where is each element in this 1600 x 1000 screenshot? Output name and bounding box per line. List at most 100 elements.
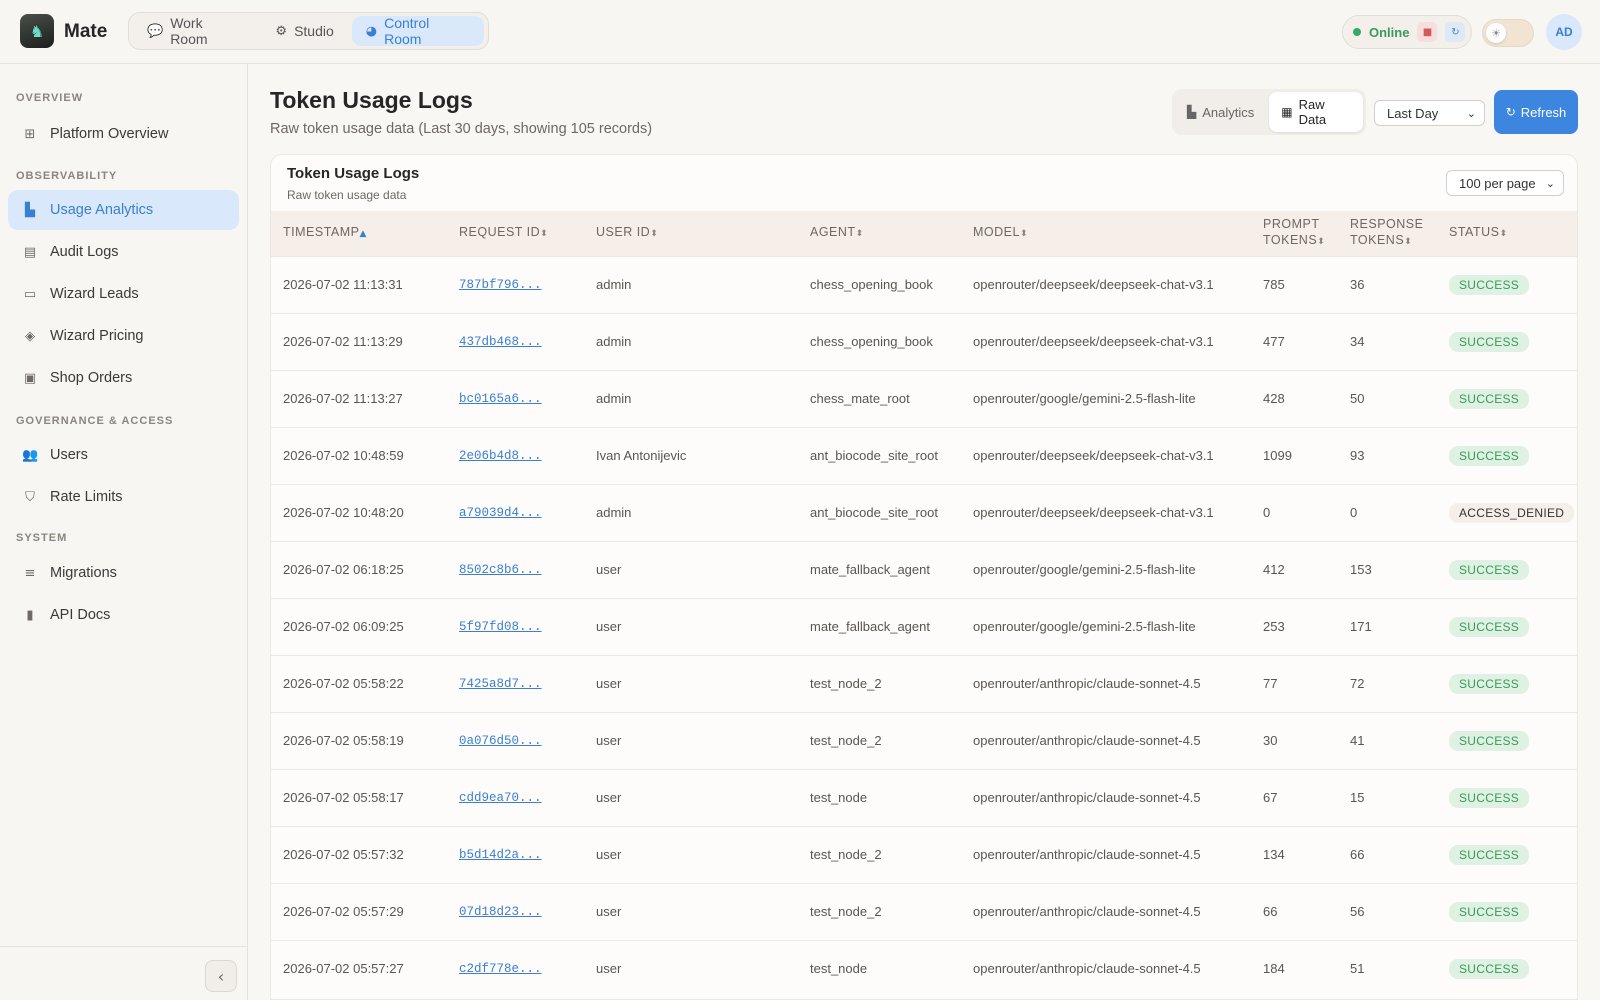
section-system: SYSTEM: [16, 532, 68, 544]
cell-status: SUCCESS: [1437, 598, 1577, 655]
sort-icon[interactable]: ⬍: [1499, 229, 1507, 239]
cell-response-tokens: 72: [1350, 676, 1365, 691]
server-status: Online ■ ↻: [1342, 15, 1472, 49]
column-header-status[interactable]: STATUS⬍: [1437, 211, 1577, 256]
cell-request-id[interactable]: b5d14d2a...: [447, 826, 584, 883]
sort-icon[interactable]: ⬍: [1317, 237, 1325, 247]
sort-icon[interactable]: ⬍: [1020, 229, 1028, 239]
cell-timestamp: 2026-07-02 11:13:29: [283, 334, 403, 349]
cell-prompt-tokens: 253: [1263, 619, 1285, 634]
refresh-button[interactable]: ↻ Refresh: [1494, 90, 1578, 134]
time-range-select[interactable]: Last Day ⌄: [1374, 100, 1485, 126]
tab-work-room[interactable]: 💬 Work Room: [133, 15, 257, 47]
sidebar-item-shop-orders[interactable]: ▣ Shop Orders: [8, 358, 239, 398]
cell-request-id[interactable]: 0a076d50...: [447, 712, 584, 769]
cell-status: ACCESS_DENIED: [1437, 484, 1577, 541]
column-header-prompt[interactable]: PROMPT TOKENS⬍: [1251, 211, 1338, 256]
cell-request-id[interactable]: 07d18d23...: [447, 883, 584, 940]
online-dot-icon: [1353, 28, 1361, 36]
cell-model: openrouter/google/gemini-2.5-flash-lite: [973, 619, 1196, 634]
avatar[interactable]: AD: [1546, 14, 1582, 50]
cell-response-tokens: 41: [1350, 733, 1365, 748]
sort-icon[interactable]: ⬍: [1404, 237, 1412, 247]
sidebar-item-label: Wizard Leads: [50, 286, 139, 302]
analytics-view-button[interactable]: ▙ Analytics: [1175, 92, 1266, 132]
cell-request-id[interactable]: cdd9ea70...: [447, 769, 584, 826]
column-header-label: MODEL: [973, 225, 1020, 240]
column-header-agent[interactable]: AGENT⬍: [798, 211, 961, 256]
cell-request-id[interactable]: 787bf796...: [447, 256, 584, 313]
stop-icon[interactable]: ■: [1417, 22, 1438, 42]
cell-user-id: user: [596, 847, 622, 862]
cell-agent: ant_biocode_site_root: [810, 505, 938, 520]
cell-request-id[interactable]: 2e06b4d8...: [447, 427, 584, 484]
gauge-icon: ◕: [365, 23, 378, 39]
cell-agent: test_node_2: [810, 904, 882, 919]
grid-icon: ⊞: [24, 126, 36, 142]
cell-model: openrouter/anthropic/claude-sonnet-4.5: [973, 961, 1201, 977]
tab-studio[interactable]: ⚙ Studio: [261, 16, 347, 46]
column-header-label: PROMPT: [1263, 217, 1320, 232]
cell-user-id: user: [596, 676, 622, 691]
cell-request-id[interactable]: 5f97fd08...: [447, 598, 584, 655]
sidebar-item-wizard-leads[interactable]: ▭ Wizard Leads: [8, 274, 239, 314]
cell-request-id[interactable]: c2df778e...: [447, 940, 584, 997]
cell-request-id[interactable]: a79039d4...: [447, 484, 584, 541]
column-header-request-id[interactable]: REQUEST ID⬍: [447, 211, 584, 256]
sort-ascending-icon[interactable]: ▲: [360, 229, 367, 239]
cell-user-id: admin: [596, 277, 632, 292]
sidebar-item-rate-limits[interactable]: ⛉ Rate Limits: [8, 477, 239, 517]
sidebar-item-api-docs[interactable]: ▮ API Docs: [8, 595, 239, 635]
sort-icon[interactable]: ⬍: [650, 229, 658, 239]
section-governance: GOVERNANCE & ACCESS: [16, 415, 174, 427]
cell-request-id[interactable]: bc0165a6...: [447, 370, 584, 427]
sidebar-item-usage-analytics[interactable]: ▙ Usage Analytics: [8, 190, 239, 230]
column-header-label: TIMESTAMP: [283, 225, 360, 240]
page-subtitle: Raw token usage data (Last 30 days, show…: [270, 121, 653, 137]
theme-toggle[interactable]: ☀: [1482, 19, 1534, 47]
cell-request-id[interactable]: 7425a8d7...: [447, 655, 584, 712]
app-logo[interactable]: ♞: [20, 14, 54, 48]
sidebar-item-wizard-pricing[interactable]: ◈ Wizard Pricing: [8, 316, 239, 356]
per-page-select[interactable]: 100 per page ⌄: [1446, 170, 1564, 196]
cell-prompt-tokens: 412: [1263, 562, 1285, 577]
column-header-user-id[interactable]: USER ID⬍: [584, 211, 798, 256]
cell-model: openrouter/deepseek/deepseek-chat-v3.1: [973, 505, 1214, 520]
cell-request-id[interactable]: 437db468...: [447, 313, 584, 370]
column-header-response[interactable]: RESPONSE TOKENS⬍: [1338, 211, 1437, 256]
cell-model: openrouter/anthropic/claude-sonnet-4.5: [973, 733, 1201, 748]
sort-icon[interactable]: ⬍: [540, 229, 548, 239]
column-header-timestamp[interactable]: TIMESTAMP▲: [271, 211, 447, 256]
table-row: 2026-07-02 06:09:25 5f97fd08... user mate_f…: [271, 598, 1577, 655]
status-text: Online: [1369, 24, 1410, 40]
table-body: 2026-07-02 11:13:31 787bf796... admin chess…: [271, 256, 1577, 997]
tab-control-room[interactable]: ◕ Control Room: [351, 15, 484, 47]
column-header-model[interactable]: MODEL⬍: [961, 211, 1251, 256]
column-header-label: REQUEST ID: [459, 225, 541, 240]
status-badge: SUCCESS: [1449, 274, 1530, 295]
section-observability: OBSERVABILITY: [16, 170, 118, 182]
raw-data-view-button[interactable]: ▦ Raw Data: [1269, 92, 1363, 132]
sidebar: OVERVIEW ⊞ Platform Overview OBSERVABILI…: [0, 64, 248, 1000]
sidebar-item-users[interactable]: 👥 Users: [8, 435, 239, 475]
cell-timestamp: 2026-07-02 06:18:25: [283, 562, 404, 577]
table-row: 2026-07-02 11:13:31 787bf796... admin chess…: [271, 256, 1577, 313]
sidebar-item-audit-logs[interactable]: ▤ Audit Logs: [8, 232, 239, 272]
chart-icon: ▙: [25, 202, 35, 218]
cell-agent: test_node_2: [810, 676, 882, 691]
restart-icon[interactable]: ↻: [1445, 22, 1466, 42]
table-row: 2026-07-02 11:13:29 437db468... admin chess…: [271, 313, 1577, 370]
cell-request-id[interactable]: 8502c8b6...: [447, 541, 584, 598]
cell-status: SUCCESS: [1437, 826, 1577, 883]
cell-prompt-tokens: 477: [1263, 334, 1285, 349]
chart-icon: ▙: [1187, 105, 1197, 119]
cell-agent: ant_biocode_site_root: [810, 448, 938, 463]
collapse-sidebar-button[interactable]: ‹: [205, 960, 237, 992]
column-header-label: RESPONSE: [1350, 217, 1424, 232]
column-header-label-line2: TOKENS: [1263, 233, 1318, 248]
sidebar-item-platform-overview[interactable]: ⊞ Platform Overview: [8, 114, 239, 154]
status-badge: ACCESS_DENIED: [1449, 502, 1575, 523]
sidebar-item-migrations[interactable]: ≡ Migrations: [8, 553, 239, 593]
sort-icon[interactable]: ⬍: [856, 229, 864, 239]
view-toggle: ▙ Analytics ▦ Raw Data: [1172, 89, 1366, 135]
